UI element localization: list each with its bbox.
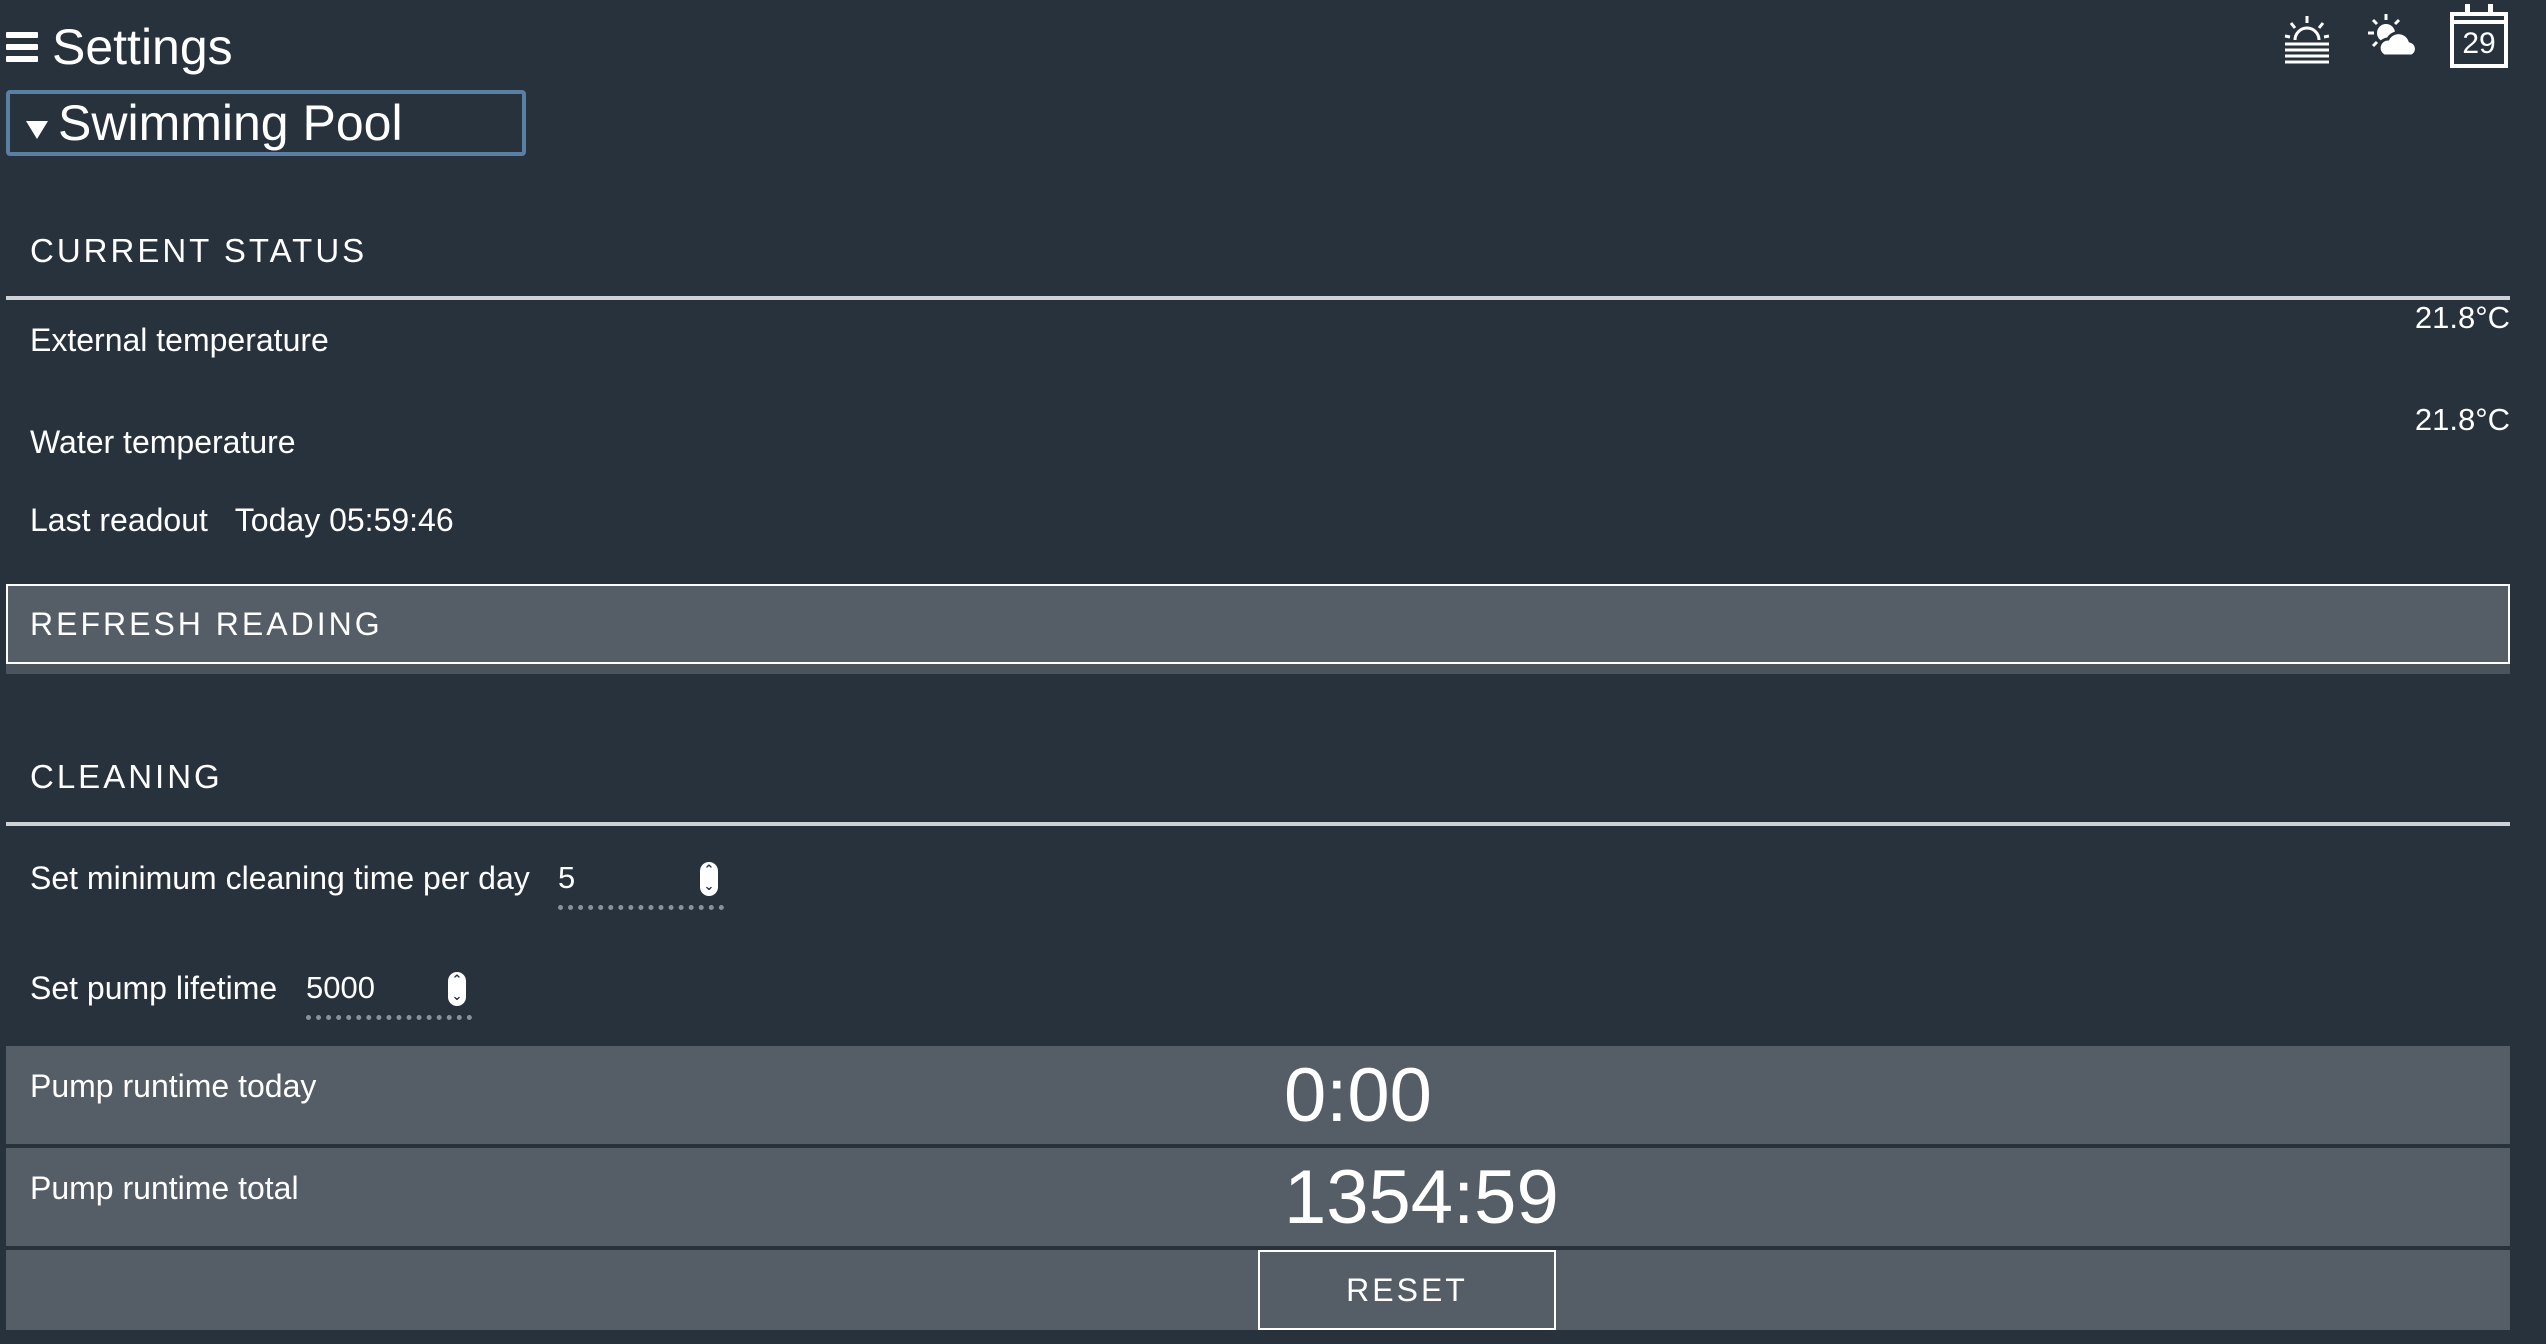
external-temperature-label: External temperature [30, 322, 329, 358]
stepper-icon[interactable]: ⌃ ⌄ [448, 972, 466, 1006]
calendar-day: 29 [2462, 27, 2496, 60]
location-select[interactable]: Swimming Pool [6, 90, 526, 156]
refresh-reading-button[interactable]: REFRESH READING [6, 584, 2510, 664]
runtime-today-label: Pump runtime today [30, 1068, 317, 1104]
current-status-title: CURRENT STATUS [30, 232, 368, 269]
divider [6, 296, 2510, 300]
water-temperature-label: Water temperature [30, 424, 296, 460]
sunrise-icon[interactable] [2278, 9, 2336, 67]
last-readout-label: Last readout [30, 502, 208, 538]
cleaning-title: CLEANING [30, 758, 223, 795]
runtime-total-panel: Pump runtime total 1354:59 [6, 1148, 2510, 1246]
water-temperature-value: 21.8°C [2414, 402, 2510, 437]
weather-icon[interactable] [2364, 9, 2422, 67]
page-title: Settings [52, 19, 233, 75]
refresh-shadow [6, 664, 2510, 674]
runtime-today-value: 0:00 [1284, 1053, 1432, 1138]
min-cleaning-value: 5 [558, 859, 576, 895]
header: Settings [6, 14, 233, 80]
runtime-total-label: Pump runtime total [30, 1170, 299, 1206]
min-cleaning-label: Set minimum cleaning time per day [30, 860, 530, 896]
last-readout: Last readout Today 05:59:46 [30, 502, 454, 539]
runtime-total-value: 1354:59 [1284, 1155, 1559, 1240]
calendar-icon[interactable]: 29 [2450, 4, 2508, 68]
pump-lifetime-input[interactable]: 5000 ⌃ ⌄ [306, 960, 472, 1020]
min-cleaning-input[interactable]: 5 ⌃ ⌄ [558, 850, 724, 910]
menu-icon[interactable] [6, 32, 38, 62]
pump-lifetime-label: Set pump lifetime [30, 970, 278, 1006]
pump-lifetime-value: 5000 [306, 969, 375, 1005]
external-temperature-value: 21.8°C [2414, 300, 2510, 335]
location-select-value: Swimming Pool [58, 95, 403, 151]
last-readout-value: Today 05:59:46 [234, 502, 454, 538]
header-icons: 29 [2278, 4, 2508, 68]
stepper-icon[interactable]: ⌃ ⌄ [700, 862, 718, 896]
reset-button[interactable]: RESET [1258, 1250, 1556, 1330]
settings-page: Settings 29 Swimming Pool CURRENT STATUS… [0, 0, 2546, 1344]
divider [6, 822, 2510, 826]
runtime-today-panel: Pump runtime today 0:00 [6, 1046, 2510, 1144]
dropdown-triangle-icon [26, 121, 48, 139]
